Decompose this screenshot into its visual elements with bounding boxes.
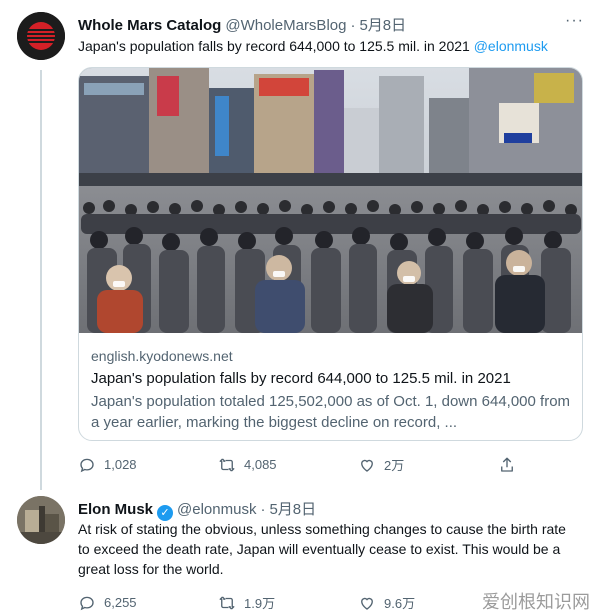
like-button[interactable]: 2万 xyxy=(358,455,498,474)
card-description: Japan's population totaled 125,502,000 a… xyxy=(91,393,571,431)
like-count-2: 9.6万 xyxy=(384,596,416,611)
card-meta: english.kyodonews.net Japan's population… xyxy=(91,346,571,433)
like-count: 2万 xyxy=(384,458,405,473)
like-button-2[interactable]: 9.6万 xyxy=(358,593,498,612)
reply-button-2[interactable]: 6,255 xyxy=(78,594,218,612)
reply-button[interactable]: 1,028 xyxy=(78,456,218,474)
author-name[interactable]: Whole Mars Catalog xyxy=(78,17,221,34)
retweet-count: 4,085 xyxy=(244,457,277,472)
retweet-icon xyxy=(219,596,235,609)
author-name-2[interactable]: Elon Musk xyxy=(78,501,153,518)
tweet-text: Japan's population falls by record 644,0… xyxy=(78,36,583,56)
thread-line xyxy=(40,70,42,490)
tweet-actions: 1,028 4,085 2万 xyxy=(78,455,598,474)
reply-icon xyxy=(80,596,94,610)
reply-icon xyxy=(80,458,94,472)
like-icon xyxy=(361,597,373,610)
share-button[interactable] xyxy=(498,456,598,474)
author-handle[interactable]: @WholeMarsBlog xyxy=(225,17,346,34)
retweet-button[interactable]: 4,085 xyxy=(218,456,358,474)
tweet-text-2: At risk of stating the obvious, unless s… xyxy=(78,521,566,577)
tweet-header-2: Elon Musk ✓ @elonmusk · 5月8日 xyxy=(78,498,316,521)
link-card[interactable]: english.kyodonews.net Japan's population… xyxy=(78,67,583,441)
reply-count: 1,028 xyxy=(104,457,137,472)
card-title[interactable]: Japan's population falls by record 644,0… xyxy=(91,368,571,389)
avatar-elon-musk[interactable] xyxy=(17,496,65,544)
share-icon xyxy=(501,457,513,472)
tweet-body: Japan's population falls by record 644,0… xyxy=(78,38,470,54)
retweet-button-2[interactable]: 1.9万 xyxy=(218,593,358,612)
card-domain: english.kyodonews.net xyxy=(91,348,233,364)
card-image xyxy=(79,68,582,333)
tweet-actions-2: 6,255 1.9万 9.6万 xyxy=(78,593,498,612)
tweet-date-2[interactable]: 5月8日 xyxy=(269,498,316,519)
tweet-header: Whole Mars Catalog @WholeMarsBlog · 5月8日 xyxy=(78,14,406,35)
tweet-whole-mars[interactable]: Whole Mars Catalog @WholeMarsBlog · 5月8日… xyxy=(0,0,598,490)
like-icon xyxy=(361,459,373,472)
separator-dot: · xyxy=(350,17,356,34)
tweet-date[interactable]: 5月8日 xyxy=(359,14,406,35)
author-handle-2[interactable]: @elonmusk xyxy=(177,501,256,518)
avatar-whole-mars[interactable] xyxy=(17,12,65,60)
retweet-count-2: 1.9万 xyxy=(244,596,276,611)
retweet-icon xyxy=(219,458,235,471)
reply-count-2: 6,255 xyxy=(104,595,137,610)
watermark: 爱创根知识网 xyxy=(482,592,590,613)
more-options-icon[interactable]: ··· xyxy=(565,12,584,30)
separator-dot-2: · xyxy=(260,501,266,518)
mention-link[interactable]: @elonmusk xyxy=(474,38,548,54)
